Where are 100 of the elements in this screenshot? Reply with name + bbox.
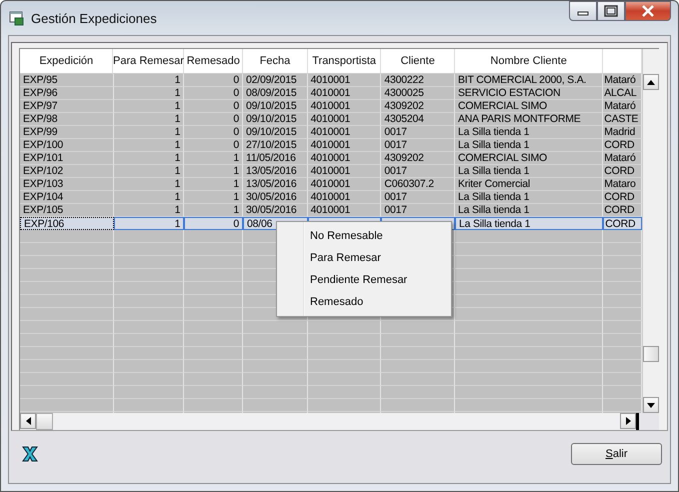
client-cell: C060307.2	[381, 178, 455, 191]
quantity-cell: 1	[184, 152, 243, 165]
client-name-cell: BIT COMERCIAL 2000, S.A.	[454, 74, 604, 87]
scroll-left-button[interactable]	[20, 413, 36, 429]
client-name-cell: COMERCIAL SIMO	[454, 152, 604, 165]
date-cell: 13/05/2016	[242, 165, 308, 178]
carrier-cell: 4010001	[308, 191, 382, 204]
empty-cell	[184, 347, 243, 360]
maximize-button[interactable]	[597, 1, 625, 21]
menu-item[interactable]: Pendiente Remesar	[279, 269, 449, 291]
empty-cell	[242, 334, 308, 347]
expedition-cell: EXP/103	[20, 178, 114, 191]
expedition-cell: EXP/100	[20, 139, 114, 152]
window-title: Gestión Expediciones	[31, 10, 157, 26]
empty-cell	[242, 360, 308, 373]
scroll-right-button[interactable]	[620, 413, 636, 429]
quantity-cell: 1	[114, 191, 184, 204]
empty-cell	[184, 308, 243, 321]
quantity-cell: 1	[184, 165, 243, 178]
empty-cell	[184, 386, 243, 399]
scroll-up-button[interactable]	[643, 74, 659, 90]
vertical-scrollbar[interactable]	[642, 49, 659, 413]
empty-cell	[114, 230, 184, 243]
client-name-cell: La Silla tienda 1	[454, 165, 604, 178]
carrier-cell: 4010001	[308, 126, 382, 139]
carrier-cell: 4010001	[308, 165, 382, 178]
empty-cell	[114, 295, 184, 308]
client-name-cell: La Silla tienda 1	[454, 217, 604, 230]
date-cell: 02/09/2015	[242, 74, 308, 87]
empty-cell	[114, 308, 184, 321]
carrier-cell: 4010001	[308, 139, 382, 152]
expedition-cell: EXP/98	[20, 113, 114, 126]
empty-cell	[114, 282, 184, 295]
empty-cell	[184, 321, 243, 334]
quantity-cell: 0	[184, 113, 243, 126]
date-cell: 09/10/2015	[242, 100, 308, 113]
down-arrow-icon	[647, 402, 655, 408]
scroll-thumb[interactable]	[36, 413, 53, 430]
quantity-cell: 1	[184, 191, 243, 204]
client-name-cell: SERVICIO ESTACION	[454, 87, 604, 100]
quantity-cell: 0	[184, 126, 243, 139]
client-name-cell: ANA PARIS MONTFORME	[454, 113, 604, 126]
scroll-down-button[interactable]	[643, 397, 659, 413]
quantity-cell: 1	[114, 100, 184, 113]
expedition-cell: EXP/101	[20, 152, 114, 165]
exit-button[interactable]: Salir	[571, 443, 662, 465]
left-arrow-icon	[26, 417, 30, 425]
empty-cell	[114, 256, 184, 269]
carrier-cell: 4010001	[308, 178, 382, 191]
menu-item[interactable]: Remesado	[279, 291, 449, 313]
up-arrow-icon	[647, 80, 655, 84]
client-name-cell: Kriter Comercial	[454, 178, 604, 191]
quantity-cell: 1	[114, 178, 184, 191]
date-cell: 30/05/2016	[242, 191, 308, 204]
empty-cell	[242, 373, 308, 386]
empty-cell	[242, 386, 308, 399]
empty-cell	[184, 360, 243, 373]
empty-cell	[184, 373, 243, 386]
client-cell: 0017	[381, 165, 455, 178]
quantity-cell: 0	[184, 74, 243, 87]
menu-item[interactable]: Para Remesar	[279, 247, 449, 269]
close-button[interactable]	[625, 1, 671, 21]
scroll-thumb[interactable]	[643, 346, 659, 362]
empty-cell	[184, 334, 243, 347]
maximize-icon	[604, 5, 618, 17]
empty-cell	[184, 399, 243, 412]
quantity-cell: 1	[114, 152, 184, 165]
client-name-cell: La Silla tienda 1	[454, 191, 604, 204]
client-name-cell: La Silla tienda 1	[454, 126, 604, 139]
empty-cell	[114, 347, 184, 360]
client-cell: 4309202	[381, 100, 455, 113]
quantity-cell: 1	[114, 165, 184, 178]
empty-cell	[114, 399, 184, 412]
carrier-cell: 4010001	[308, 74, 382, 87]
date-cell: 11/05/2016	[242, 152, 308, 165]
empty-cell	[242, 321, 308, 334]
date-cell: 09/10/2015	[242, 113, 308, 126]
minimize-button[interactable]	[569, 1, 597, 21]
client-name-cell: La Silla tienda 1	[454, 139, 604, 152]
quantity-cell: 1	[184, 178, 243, 191]
carrier-cell: 4010001	[308, 113, 382, 126]
empty-cell	[114, 269, 184, 282]
carrier-cell: 4010001	[308, 100, 382, 113]
horizontal-scrollbar[interactable]	[19, 413, 659, 430]
excel-icon[interactable]	[21, 446, 39, 462]
client-cell: 0017	[381, 139, 455, 152]
client-cell: 4305204	[381, 113, 455, 126]
quantity-cell: 1	[114, 74, 184, 87]
client-cell: 4300222	[381, 74, 455, 87]
quantity-cell: 0	[184, 100, 243, 113]
quantity-cell: 1	[114, 217, 184, 230]
right-arrow-icon	[626, 417, 630, 425]
quantity-cell: 1	[114, 87, 184, 100]
empty-cell	[114, 373, 184, 386]
expedition-cell: EXP/104	[20, 191, 114, 204]
expedition-cell: EXP/97	[20, 100, 114, 113]
expedition-cell: EXP/95	[20, 74, 114, 87]
city-cell: CORD	[603, 217, 642, 230]
date-cell: 08/09/2015	[242, 87, 308, 100]
close-icon	[641, 5, 655, 17]
